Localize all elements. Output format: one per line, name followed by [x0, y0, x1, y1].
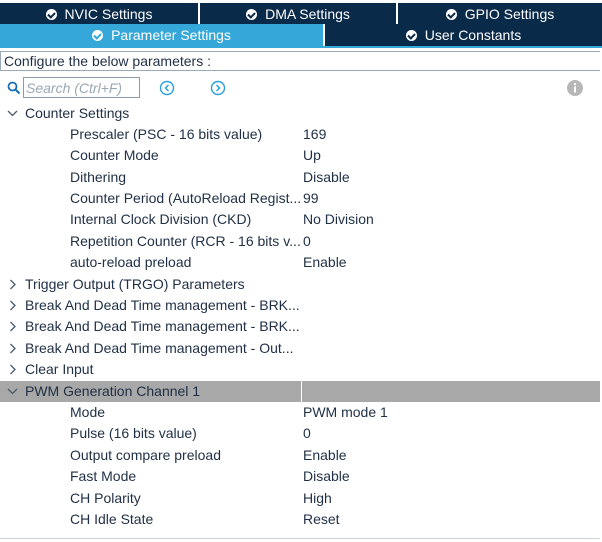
tab-user-constants[interactable]: User Constants — [325, 24, 602, 46]
param-name: auto-reload preload — [70, 254, 192, 270]
param-value[interactable]: High — [303, 488, 332, 509]
chevron-down-icon[interactable] — [7, 386, 18, 397]
param-value[interactable]: Up — [303, 145, 321, 166]
param-name: Fast Mode — [70, 468, 137, 484]
group-label: Clear Input — [25, 361, 94, 377]
param-name: Repetition Counter (RCR - 16 bits v... — [70, 233, 300, 249]
param-value[interactable]: Reset — [303, 509, 340, 530]
tab-label: Parameter Settings — [111, 27, 231, 43]
param-row[interactable]: CH Polarity High — [0, 488, 600, 509]
tab-bar-top: NVIC Settings DMA Settings GPIO Settings — [0, 3, 602, 25]
param-value[interactable]: 0 — [303, 423, 311, 444]
group-break-dead-time-2[interactable]: Break And Dead Time management - BRK... — [0, 316, 600, 337]
chevron-right-icon[interactable] — [7, 300, 18, 311]
tab-dma-settings[interactable]: DMA Settings — [200, 3, 398, 25]
tab-parameter-settings[interactable]: Parameter Settings — [0, 24, 325, 46]
param-row[interactable]: CH Idle State Reset — [0, 509, 600, 530]
param-value[interactable]: Enable — [303, 252, 347, 273]
param-row[interactable]: auto-reload preload Enable — [0, 252, 600, 273]
check-circle-icon — [405, 29, 417, 41]
panel-bottom-border — [0, 538, 600, 539]
group-label: PWM Generation Channel 1 — [25, 383, 201, 399]
param-value[interactable]: PWM mode 1 — [303, 402, 388, 423]
check-circle-icon — [246, 8, 258, 20]
tab-gpio-settings[interactable]: GPIO Settings — [398, 3, 602, 25]
tab-label: NVIC Settings — [64, 6, 153, 22]
chevron-right-icon[interactable] — [7, 364, 18, 375]
group-label: Break And Dead Time management - BRK... — [25, 318, 300, 334]
group-trigger-output[interactable]: Trigger Output (TRGO) Parameters — [0, 274, 600, 295]
param-row[interactable]: Output compare preload Enable — [0, 445, 600, 466]
chevron-right-icon[interactable] — [7, 343, 18, 354]
group-counter-settings[interactable]: Counter Settings — [0, 103, 600, 124]
check-circle-icon — [92, 29, 104, 41]
chevron-down-icon[interactable] — [7, 108, 18, 119]
param-name: CH Polarity — [70, 490, 141, 506]
search-previous-icon[interactable] — [159, 80, 175, 96]
chevron-right-icon[interactable] — [7, 279, 18, 290]
param-name: Dithering — [70, 169, 127, 185]
param-row[interactable]: Counter Period (AutoReload Regist... 99 — [0, 188, 600, 209]
param-name: Prescaler (PSC - 16 bits value) — [70, 126, 263, 142]
param-name: CH Idle State — [70, 511, 154, 527]
info-icon[interactable] — [566, 79, 584, 97]
param-value[interactable]: 99 — [303, 188, 319, 209]
group-label: Break And Dead Time management - BRK... — [25, 297, 300, 313]
group-pwm-channel-1[interactable]: PWM Generation Channel 1 — [0, 381, 600, 402]
param-name: Pulse (16 bits value) — [70, 425, 197, 441]
group-break-dead-time-output[interactable]: Break And Dead Time management - Out... — [0, 338, 600, 359]
search-input[interactable] — [23, 77, 140, 98]
group-label: Counter Settings — [25, 105, 130, 121]
param-row[interactable]: Dithering Disable — [0, 167, 600, 188]
tab-underline — [0, 46, 602, 48]
param-row[interactable]: Mode PWM mode 1 — [0, 402, 600, 423]
check-circle-icon — [45, 8, 57, 20]
param-row[interactable]: Fast Mode Disable — [0, 466, 600, 487]
search-toolbar — [0, 76, 602, 100]
param-value[interactable]: Disable — [303, 167, 350, 188]
param-name: Counter Mode — [70, 147, 159, 163]
param-row[interactable]: Prescaler (PSC - 16 bits value) 169 — [0, 124, 600, 145]
group-label: Break And Dead Time management - Out... — [25, 340, 294, 356]
param-name: Counter Period (AutoReload Regist... — [70, 190, 300, 206]
param-value[interactable]: Enable — [303, 445, 347, 466]
param-row[interactable]: Internal Clock Division (CKD) No Divisio… — [0, 209, 600, 230]
chevron-right-icon[interactable] — [7, 321, 18, 332]
param-value[interactable]: Disable — [303, 466, 350, 487]
param-value[interactable]: 169 — [303, 124, 326, 145]
search-icon — [7, 81, 21, 95]
tab-label: User Constants — [424, 27, 522, 43]
tab-bar-bottom: Parameter Settings User Constants — [0, 24, 602, 46]
param-value[interactable]: 0 — [303, 231, 311, 252]
group-break-dead-time-1[interactable]: Break And Dead Time management - BRK... — [0, 295, 600, 316]
param-name: Internal Clock Division (CKD) — [70, 211, 252, 227]
search-next-icon[interactable] — [210, 80, 226, 96]
param-row[interactable]: Pulse (16 bits value) 0 — [0, 423, 600, 444]
param-row[interactable]: Repetition Counter (RCR - 16 bits v... 0 — [0, 231, 600, 252]
config-prompt: Configure the below parameters : — [0, 51, 600, 71]
group-clear-input[interactable]: Clear Input — [0, 359, 600, 380]
group-label: Trigger Output (TRGO) Parameters — [25, 276, 245, 292]
param-value[interactable]: No Division — [303, 209, 374, 230]
param-row[interactable]: Counter Mode Up — [0, 145, 600, 166]
check-circle-icon — [445, 8, 457, 20]
tab-label: DMA Settings — [265, 6, 350, 22]
param-name: Mode — [70, 404, 106, 420]
tab-label: GPIO Settings — [464, 6, 555, 22]
column-divider — [301, 381, 302, 402]
param-name: Output compare preload — [70, 447, 221, 463]
tab-nvic-settings[interactable]: NVIC Settings — [0, 3, 200, 25]
